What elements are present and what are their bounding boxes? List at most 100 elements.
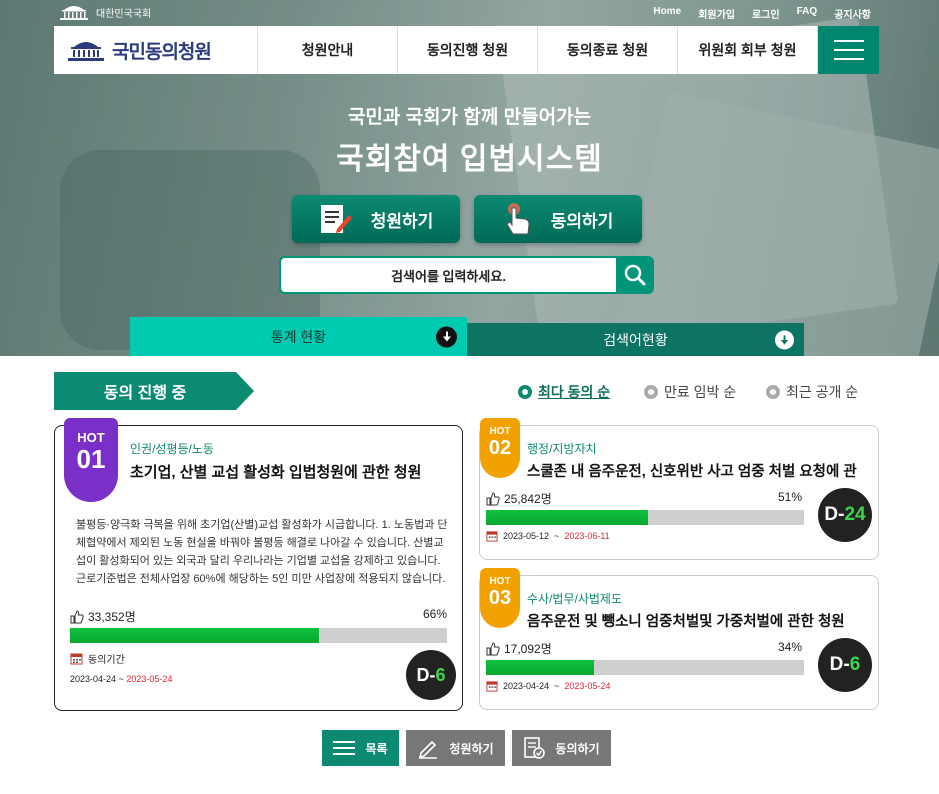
agree-count: 17,092명 [486, 640, 552, 657]
petition-dates: 2023-04-24 ~ 2023-05-24 [70, 674, 172, 684]
agree-button-label: 동의하기 [550, 211, 614, 231]
petition-write-button[interactable]: 청원하기 [406, 730, 505, 766]
progress-bar [70, 628, 447, 643]
list-button[interactable]: 목록 [322, 730, 399, 766]
signup-link[interactable]: 회원가입 [698, 6, 735, 21]
utility-nav: Home 회원가입 로그인 FAQ 공지사항 [653, 6, 871, 21]
top-bar: 대한민국국회 Home 회원가입 로그인 FAQ 공지사항 [0, 0, 939, 26]
petition-write-label: 청원하기 [449, 741, 494, 756]
petition-category: 행정/지방자치 [527, 442, 597, 456]
assembly-label: 대한민국국회 [96, 8, 152, 20]
thumbs-up-icon [486, 491, 500, 505]
progress-fill [70, 628, 319, 643]
hamburger-menu-button[interactable] [818, 26, 879, 74]
assembly-building-icon [60, 6, 88, 20]
nav-petition-guide[interactable]: 청원안내 [258, 26, 398, 74]
document-pen-icon [320, 205, 352, 233]
petition-title[interactable]: 음주운전 및 뺑소니 엄중처벌및 가중처벌에 관한 청원 [527, 610, 872, 631]
list-icon [333, 741, 356, 755]
tab-keyword-label: 검색어현황 [603, 331, 668, 348]
d-day-number: 6 [849, 654, 861, 675]
petition-title[interactable]: 스쿨존 내 음주운전, 신호위반 사고 엄중 처벌 요청에 관 [527, 460, 872, 481]
logo-text: 국민동의청원 [112, 41, 212, 63]
calendar-icon [486, 681, 498, 692]
sort-most-agreed[interactable]: 최다 동의 순 [518, 382, 610, 402]
arrow-down-icon [775, 330, 794, 349]
agree-button[interactable]: 동의하기 [474, 195, 642, 243]
checklist-icon [524, 737, 546, 759]
d-day-number: 6 [435, 664, 446, 685]
login-link[interactable]: 로그인 [752, 6, 780, 21]
hot-rank: 01 [76, 444, 106, 474]
d-day-prefix: D- [824, 504, 845, 525]
sort-expiring-soon[interactable]: 만료 임박 순 [644, 382, 736, 402]
menu-line [833, 40, 864, 42]
calendar-icon [70, 653, 83, 665]
home-link[interactable]: Home [653, 6, 681, 21]
petition-card-2[interactable]: HOT 02 행정/지방자치 스쿨존 내 음주운전, 신호위반 사고 엄중 처벌… [479, 418, 879, 560]
date-separator: ~ [554, 531, 560, 541]
hero-title: 국회참여 입법시스템 [336, 143, 603, 176]
menu-line [833, 58, 864, 60]
calendar-icon [486, 531, 498, 542]
d-day-badge: D- 24 [818, 488, 872, 542]
period-label-text: 동의기간 [88, 655, 125, 666]
agree-count-value: 25,842명 [504, 492, 552, 506]
search-input[interactable]: 검색어를 입력하세요. [279, 256, 616, 294]
petition-dates: 2023-05-12 ~ 2023-06-11 [486, 530, 610, 542]
notice-link[interactable]: 공지사항 [834, 6, 871, 21]
hot-label: HOT [489, 426, 511, 437]
search-button[interactable] [616, 256, 654, 294]
end-date: 2023-06-11 [564, 531, 610, 541]
petition-card-3[interactable]: HOT 03 수사/법무/사법제도 음주운전 및 뺑소니 엄중처벌및 가중처벌에… [479, 568, 879, 710]
search-icon [624, 264, 646, 286]
main-nav: 국민동의청원 청원안내 동의진행 청원 동의종료 청원 위원회 회부 청원 [54, 26, 879, 74]
petition-category: 인권/성평등/노동 [130, 442, 214, 456]
agree-percent: 51% [777, 490, 802, 504]
radio-icon [766, 385, 780, 399]
d-day-prefix: D- [829, 654, 850, 675]
progress-fill [486, 660, 595, 675]
sort-label: 최다 동의 순 [538, 384, 611, 400]
agree-percent: 66% [422, 607, 447, 621]
hot-badge: HOT 03 [480, 568, 520, 628]
petition-category: 수사/법무/사법제도 [527, 592, 622, 606]
section-title: 동의 진행 중 [54, 372, 254, 410]
nav-committee-petitions[interactable]: 위원회 회부 청원 [678, 26, 818, 74]
date-separator: ~ [554, 681, 560, 691]
agree-percent: 34% [777, 640, 802, 654]
tab-keyword-status[interactable]: 검색어현황 [467, 323, 804, 356]
tab-statistics[interactable]: 통계 현황 [130, 317, 467, 356]
menu-line [833, 49, 864, 51]
sort-recently-published[interactable]: 최근 공개 순 [766, 382, 858, 402]
start-date: 2023-04-24 [503, 681, 550, 691]
petition-button[interactable]: 청원하기 [292, 195, 460, 243]
petition-summary: 불평등·양극화 극복을 위해 초기업(산별)교섭 활성화가 시급합니다. 1. … [76, 519, 448, 585]
end-date: 2023-05-24 [126, 674, 173, 684]
thumbs-up-icon [70, 609, 84, 623]
end-date: 2023-05-24 [564, 681, 611, 691]
d-day-badge: D- 6 [818, 638, 872, 692]
agree-submit-button[interactable]: 동의하기 [512, 730, 611, 766]
site-logo[interactable]: 국민동의청원 [54, 26, 258, 74]
progress-bar [486, 660, 804, 675]
sort-label: 만료 임박 순 [664, 384, 737, 400]
date-separator: ~ [118, 674, 124, 684]
hero-subtitle: 국민과 국회가 함께 만들어가는 [347, 107, 592, 128]
nav-ongoing-petitions[interactable]: 동의진행 청원 [398, 26, 538, 74]
assembly-link[interactable]: 대한민국국회 [58, 4, 151, 20]
petition-title[interactable]: 초기업, 산별 교섭 활성화 입법청원에 관한 청원 [130, 461, 455, 482]
hot-label: HOT [489, 576, 511, 587]
faq-link[interactable]: FAQ [797, 6, 818, 21]
petition-card-1[interactable]: HOT 01 인권/성평등/노동 초기업, 산별 교섭 활성화 입법청원에 관한… [54, 418, 463, 711]
d-day-prefix: D- [416, 664, 436, 685]
search-bar: 검색어를 입력하세요. [279, 256, 654, 294]
list-button-label: 목록 [365, 741, 388, 756]
assembly-logo-icon [68, 42, 104, 61]
hot-label: HOT [77, 430, 105, 445]
nav-closed-petitions[interactable]: 동의종료 청원 [538, 26, 678, 74]
hot-badge: HOT 01 [64, 418, 118, 502]
agree-submit-label: 동의하기 [555, 741, 600, 756]
hot-rank: 03 [488, 587, 512, 609]
d-day-badge: D- 6 [406, 650, 456, 700]
